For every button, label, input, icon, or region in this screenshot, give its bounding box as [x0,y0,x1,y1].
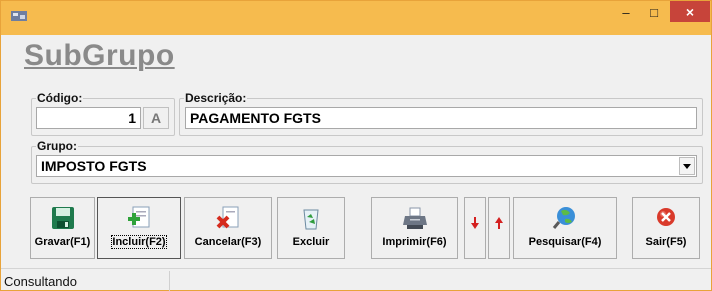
incluir-button[interactable]: Incluir(F2) [97,197,181,259]
cancel-icon [216,206,239,229]
status-bar: Consultando [1,268,711,291]
form-heading: SubGrupo [24,39,175,72]
imprimir-label: Imprimir(F6) [382,236,447,248]
minimize-button[interactable]: – [613,1,639,23]
incluir-label: Incluir(F2) [111,235,167,249]
descricao-label: Descrição: [184,91,248,105]
subgrupo-window: – □ × SubGrupo Código: 1 A Descrição: PA… [0,0,712,291]
sair-label: Sair(F5) [645,236,687,248]
grupo-label: Grupo: [36,139,78,153]
previous-record-button[interactable] [488,197,510,259]
codigo-suffix-button[interactable]: A [143,107,169,129]
save-icon [51,207,74,229]
add-icon [128,206,150,228]
descricao-field[interactable]: PAGAMENTO FGTS [185,107,697,129]
excluir-label: Excluir [292,236,330,248]
pesquisar-label: Pesquisar(F4) [528,236,602,248]
printer-icon [402,207,427,229]
gravar-button[interactable]: Gravar(F1) [30,197,95,259]
grupo-value: IMPOSTO FGTS [41,158,147,174]
recycle-bin-icon [303,209,319,230]
cancelar-label: Cancelar(F3) [194,236,262,248]
app-icon [11,11,27,21]
maximize-button[interactable]: □ [641,1,667,23]
codigo-field[interactable]: 1 [36,107,141,129]
imprimir-button[interactable]: Imprimir(F6) [371,197,458,259]
dropdown-arrow-icon[interactable] [679,157,695,175]
status-divider [169,271,170,291]
codigo-label: Código: [36,91,84,105]
close-button[interactable]: × [670,1,710,22]
arrow-down-icon [471,217,479,229]
pesquisar-button[interactable]: Pesquisar(F4) [513,197,617,259]
grupo-select[interactable]: IMPOSTO FGTS [36,155,697,177]
sair-button[interactable]: Sair(F5) [632,197,700,259]
arrow-up-icon [495,217,503,229]
cancelar-button[interactable]: Cancelar(F3) [184,197,272,259]
status-text: Consultando [4,274,77,289]
descricao-value: PAGAMENTO FGTS [190,110,321,126]
exit-icon [657,208,675,226]
next-record-button[interactable] [464,197,486,259]
gravar-label: Gravar(F1) [34,236,91,248]
title-bar[interactable]: – □ × [1,1,711,35]
codigo-suffix: A [150,110,162,126]
excluir-button[interactable]: Excluir [277,197,345,259]
search-globe-icon [552,207,575,229]
codigo-value: 1 [128,110,136,126]
